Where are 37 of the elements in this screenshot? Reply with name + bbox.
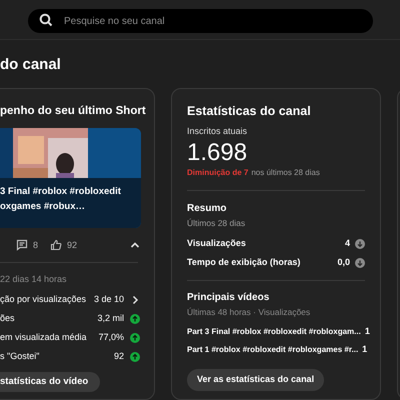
search-icon: [39, 12, 53, 26]
collapse-icon[interactable]: [130, 240, 140, 250]
subscribers-label: Inscritos atuais: [187, 125, 248, 138]
subscriber-count: 1.698: [187, 138, 248, 166]
video-title[interactable]: Part 1 #roblox #robloxedit #robloxgames #r...: [187, 344, 358, 356]
page-heading: do canal: [0, 55, 62, 75]
metric-label: ção por visualizações: [0, 293, 86, 306]
section-title: Resumo: [187, 202, 228, 216]
metric-value: 77,0%: [98, 331, 124, 344]
metric-value: 3,2 mil: [97, 312, 124, 325]
section-period: Últimas 48 horas · Visualizações: [187, 306, 312, 319]
metric-value: 92: [114, 350, 124, 363]
search-field[interactable]: Pesquise no seu canal: [28, 9, 373, 33]
thumbs-up-icon: [50, 239, 62, 252]
comment-count: 8: [33, 238, 38, 252]
view-count: 1: [364, 325, 370, 338]
channel-stats-button[interactable]: Ver as estatísticas do canal: [187, 369, 324, 391]
metric-value: 0,0: [337, 256, 350, 269]
metric-label: em visualizada média: [0, 331, 87, 344]
view-count: 1: [362, 343, 368, 356]
section-period: Últimos 28 dias: [187, 216, 246, 230]
metric-label: s "Gostei": [0, 350, 40, 363]
metric-value: 4: [344, 237, 350, 250]
like-count: 92: [67, 238, 78, 252]
metric-label: Visualizações: [187, 237, 246, 250]
change-period: nos últimos 28 dias: [251, 166, 320, 178]
metric-value: 3 de 10: [94, 293, 124, 306]
metric-label: ões: [0, 312, 15, 325]
video-stats-button[interactable]: statísticas do vídeo: [0, 372, 100, 392]
video-age: 22 dias 14 horas: [0, 273, 68, 286]
section-title: Principais vídeos: [187, 291, 270, 306]
card-title: Estatísticas do canal: [187, 103, 312, 120]
card-title: penho do seu último Short: [0, 104, 147, 119]
video-title[interactable]: Part 3 Final #roblox #robloxedit #robloxgam...: [187, 326, 361, 338]
comment-icon: [16, 239, 28, 252]
metric-label: Tempo de exibição (horas): [187, 256, 300, 269]
subscriber-change: Diminuição de 7: [187, 166, 248, 178]
